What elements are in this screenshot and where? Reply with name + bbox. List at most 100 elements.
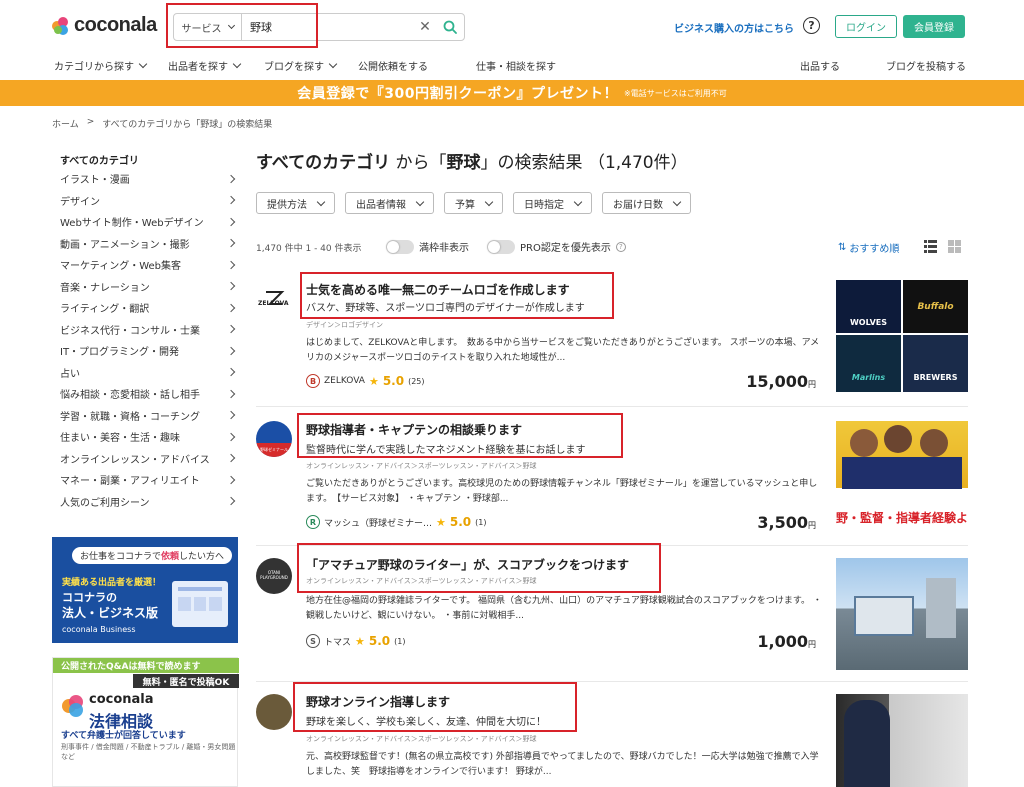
service-title[interactable]: 「アマチュア野球のライター」が、スコアブックをつけます	[306, 556, 629, 573]
chevron-down-icon	[672, 197, 682, 206]
clear-icon[interactable]: ✕	[414, 19, 436, 35]
review-count: (25)	[408, 376, 425, 386]
logo-text: coconala	[74, 14, 157, 36]
sort-label: おすすめ順	[849, 244, 900, 255]
nav-sellers[interactable]: 出品者を探す	[168, 58, 242, 73]
service-title[interactable]: 野球オンライン指導します	[306, 693, 450, 710]
service-card[interactable]: 野球ゼミナール 野球指導者・キャプテンの相談乗ります 監督時代に学んで実践したマ…	[256, 406, 968, 544]
sidebar-item[interactable]: オンラインレッスン・アドバイス	[52, 448, 238, 470]
sidebar-item[interactable]: 住まい・美容・生活・趣味	[52, 426, 238, 448]
service-subtitle: 監督時代に学んで実践したマネジメント経験を基にお話します	[306, 445, 586, 456]
service-title[interactable]: 野球指導者・キャプテンの相談乗ります	[306, 421, 522, 438]
service-category[interactable]: オンラインレッスン・アドバイス＞スポーツレッスン・アドバイス＞野球	[306, 734, 536, 744]
service-category[interactable]: オンラインレッスン・アドバイス＞スポーツレッスン・アドバイス＞野球	[306, 461, 536, 471]
filter-delivery-days[interactable]: お届け日数	[602, 192, 691, 214]
sidebar-item[interactable]: イラスト・漫画	[52, 168, 238, 190]
rank-badge: B	[306, 374, 320, 388]
sidebar-item[interactable]: 人気のご利用シーン	[52, 491, 238, 513]
sidebar-item[interactable]: 学習・就職・資格・コーチング	[52, 405, 238, 427]
chevron-right-icon	[226, 497, 236, 506]
grid-view-icon[interactable]	[948, 240, 961, 253]
service-card[interactable]: OTANI PLAYGROUND 「アマチュア野球のライター」が、スコアブックを…	[256, 543, 968, 680]
search-type-select[interactable]: サービス	[174, 14, 242, 40]
search-button[interactable]	[436, 20, 464, 34]
nav-jobs[interactable]: 仕事・相談を探す	[476, 58, 556, 73]
nav-post-blog[interactable]: ブログを投稿する	[886, 58, 966, 73]
legal-ad-banner[interactable]: 公開されたQ&Aは無料で読めます 無料・匿名で投稿OK coconala 法律相…	[52, 657, 239, 787]
chevron-down-icon	[328, 59, 338, 69]
main-nav: カテゴリから探す 出品者を探す ブログを探す 公開依頼をする 仕事・相談を探す …	[0, 54, 1024, 76]
sidebar-title[interactable]: すべてのカテゴリ	[52, 150, 238, 168]
nav-category[interactable]: カテゴリから探す	[54, 58, 148, 73]
filter-datetime[interactable]: 日時指定	[513, 192, 592, 214]
nav-blog[interactable]: ブログを探す	[264, 58, 338, 73]
ad-top-pill: お仕事をココナラで依頼したい方へ	[72, 547, 233, 564]
info-icon[interactable]: ?	[615, 241, 626, 252]
service-subtitle: バスケ、野球等、スポーツロゴ専門のデザイナーが作成します	[306, 303, 585, 314]
service-category[interactable]: デザイン＞ロゴデザイン	[306, 320, 383, 330]
chevron-down-icon	[484, 197, 494, 206]
nav-public-request[interactable]: 公開依頼をする	[358, 58, 428, 73]
chevron-down-icon	[138, 59, 148, 69]
service-thumbnail[interactable]	[836, 694, 968, 787]
coconala-logo[interactable]: coconala	[52, 14, 157, 37]
banner-note: ※電話サービスはご利用不可	[624, 88, 727, 98]
business-ad-banner[interactable]: お仕事をココナラで依頼したい方へ 実績ある出品者を厳選！ ココナラの 法人・ビジ…	[52, 537, 238, 643]
toggle-label: 満枠非表示	[419, 243, 469, 254]
filter-budget[interactable]: 予算	[444, 192, 503, 214]
search-input[interactable]	[242, 14, 414, 40]
login-button[interactable]: ログイン	[835, 15, 897, 38]
nav-label: 仕事・相談を探す	[476, 62, 556, 73]
site-header: coconala サービス ✕ ビジネス購入の方はこちら ? ログイン 会員登録	[0, 0, 1024, 52]
breadcrumb-home[interactable]: ホーム	[52, 117, 79, 130]
sidebar-item[interactable]: マネー・副業・アフィリエイト	[52, 469, 238, 491]
sidebar-item[interactable]: マーケティング・Web集客	[52, 254, 238, 276]
star-icon: ★	[368, 374, 379, 388]
list-view-icon[interactable]	[924, 240, 937, 253]
sidebar-item[interactable]: ライティング・翻訳	[52, 297, 238, 319]
thumb-logo-wolves: WOLVES	[836, 280, 901, 333]
service-thumbnail[interactable]	[836, 558, 968, 670]
service-price: 3,500円	[757, 513, 816, 532]
ad-line: ココナラの	[62, 591, 117, 604]
service-card[interactable]: ZELKOVA 士気を高める唯一無二のチームロゴを作成します バスケ、野球等、ス…	[256, 270, 968, 405]
toggle-switch[interactable]	[487, 239, 515, 254]
seller-info[interactable]: R マッシュ（野球ゼミナー… ★ 5.0 (1)	[306, 515, 487, 529]
help-icon[interactable]: ?	[803, 17, 820, 34]
service-title[interactable]: 士気を高める唯一無二のチームロゴを作成します	[306, 281, 570, 298]
sidebar-item[interactable]: Webサイト制作・Webデザイン	[52, 211, 238, 233]
sidebar-item[interactable]: 音楽・ナレーション	[52, 276, 238, 298]
chevron-right-icon	[226, 239, 236, 248]
sidebar-item[interactable]: 悩み相談・恋愛相談・話し相手	[52, 383, 238, 405]
toggle-switch[interactable]	[386, 239, 414, 254]
logo-mark-icon	[52, 16, 70, 35]
sidebar-item[interactable]: 動画・アニメーション・撮影	[52, 233, 238, 255]
hide-full-toggle[interactable]: 満枠非表示	[386, 239, 469, 254]
service-category[interactable]: オンラインレッスン・アドバイス＞スポーツレッスン・アドバイス＞野球	[306, 576, 536, 586]
sidebar-item[interactable]: デザイン	[52, 190, 238, 212]
service-card[interactable]: 野球オンライン指導します 野球を楽しく、学校も楽しく、友達、仲間を大切に！ オン…	[256, 681, 968, 787]
signup-button[interactable]: 会員登録	[903, 15, 965, 38]
sort-select[interactable]: ⇅ おすすめ順	[838, 240, 899, 255]
sidebar-item-label: 住まい・美容・生活・趣味	[60, 433, 180, 445]
seller-info[interactable]: B ZELKOVA ★ 5.0 (25)	[306, 374, 425, 388]
filter-delivery-method[interactable]: 提供方法	[256, 192, 335, 214]
filter-seller-info[interactable]: 出品者情報	[345, 192, 434, 214]
ad-footnote: 刑事事件 / 借金問題 / 不動産トラブル / 離婚・男女問題など	[61, 743, 236, 761]
chevron-right-icon	[226, 454, 236, 463]
seller-info[interactable]: S トマス ★ 5.0 (1)	[306, 634, 406, 648]
sidebar-item[interactable]: 占い	[52, 362, 238, 384]
sidebar-item[interactable]: IT・プログラミング・開発	[52, 340, 238, 362]
pro-priority-toggle[interactable]: PRO認定を優先表示 ?	[487, 239, 626, 254]
service-thumbnail[interactable]: WOLVES Buffalo Marlins BREWERS	[836, 280, 968, 392]
sidebar-item-label: デザイン	[60, 196, 100, 208]
coupon-banner[interactable]: 会員登録で『300円割引クーポン』プレゼント！ ※電話サービスはご利用不可	[0, 80, 1024, 106]
seller-name: ZELKOVA	[324, 376, 365, 386]
sidebar-item[interactable]: ビジネス代行・コンサル・士業	[52, 319, 238, 341]
business-purchase-link[interactable]: ビジネス購入の方はこちら	[674, 20, 794, 35]
service-thumbnail[interactable]: 野・監督・指導者経験よ	[836, 421, 968, 533]
sort-icon: ⇅	[838, 242, 847, 253]
search-bar: サービス ✕	[173, 13, 465, 41]
nav-sell[interactable]: 出品する	[800, 58, 840, 73]
seller-logo	[256, 694, 292, 730]
